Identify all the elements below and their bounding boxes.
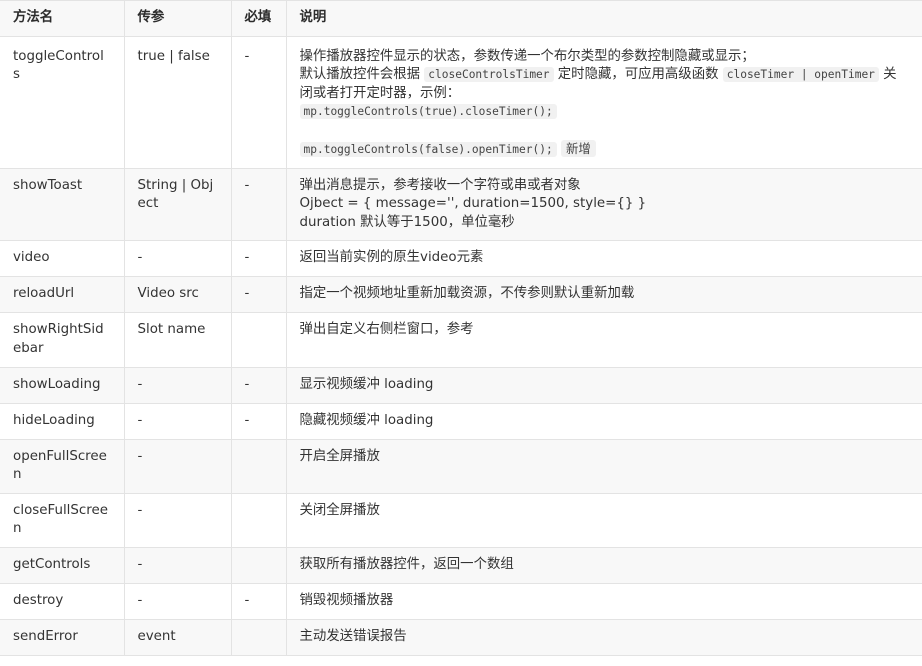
- method-name: getControls: [0, 546, 125, 584]
- method-description: 指定一个视频地址重新加载资源，不传参则默认重新加载: [285, 276, 922, 314]
- inline-code: mp.toggleControls(true).closeTimer();: [299, 104, 557, 120]
- method-description: 关闭全屏播放: [285, 492, 922, 548]
- description-line: 操作播放器控件显示的状态，参数传递一个布尔类型的参数控制隐藏或显示；: [299, 48, 755, 64]
- method-description: 返回当前实例的原生video元素: [285, 240, 922, 278]
- header-required: 必填: [230, 0, 287, 37]
- method-description: 获取所有播放器控件，返回一个数组: [285, 546, 922, 584]
- method-required: -: [230, 240, 287, 278]
- header-description: 说明: [285, 0, 922, 37]
- method-required: -: [230, 35, 287, 169]
- method-name: showRightSidebar: [0, 312, 125, 368]
- method-param: event: [123, 618, 232, 656]
- method-required: [230, 546, 287, 584]
- description-line: Ojbect = { message='', duration=1500, st…: [299, 196, 647, 212]
- code-example: mp.toggleControls(false).openTimer(); 新增: [299, 139, 910, 160]
- method-required: -: [230, 366, 287, 404]
- method-description: 隐藏视频缓冲 loading: [285, 402, 922, 440]
- table-row: sendError event 主动发送错误报告: [0, 618, 922, 656]
- method-description: 弹出自定义右侧栏窗口，参考: [285, 312, 922, 368]
- method-param: Video src: [123, 276, 232, 314]
- table-row: showLoading - - 显示视频缓冲 loading: [0, 366, 922, 404]
- method-description: 显示视频缓冲 loading: [285, 366, 922, 404]
- method-param: -: [123, 492, 232, 548]
- description-line: duration 默认等于1500，单位毫秒: [299, 214, 515, 230]
- method-param: -: [123, 546, 232, 584]
- method-required: -: [230, 276, 287, 314]
- table-row: toggleControls true | false - 操作播放器控件显示的…: [0, 35, 922, 169]
- method-param: String | Object: [123, 167, 232, 242]
- table-row: destroy - - 销毁视频播放器: [0, 582, 922, 620]
- method-name: openFullScreen: [0, 438, 125, 494]
- method-description: 开启全屏播放: [285, 438, 922, 494]
- method-name: destroy: [0, 582, 125, 620]
- table-row: reloadUrl Video src - 指定一个视频地址重新加载资源，不传参…: [0, 276, 922, 314]
- method-param: true | false: [123, 35, 232, 169]
- method-name: showLoading: [0, 366, 125, 404]
- table-row: showRightSidebar Slot name 弹出自定义右侧栏窗口，参考: [0, 312, 922, 368]
- header-param: 传参: [123, 0, 232, 37]
- method-description: 弹出消息提示，参考接收一个字符或串或者对象 Ojbect = { message…: [285, 167, 922, 242]
- method-name: toggleControls: [0, 35, 125, 169]
- method-required: -: [230, 402, 287, 440]
- method-param: -: [123, 402, 232, 440]
- method-name: showToast: [0, 167, 125, 242]
- method-name: sendError: [0, 618, 125, 656]
- table-row: openFullScreen - 开启全屏播放: [0, 438, 922, 494]
- method-param: Slot name: [123, 312, 232, 368]
- method-name: reloadUrl: [0, 276, 125, 314]
- new-badge: 新增: [560, 139, 596, 157]
- method-param: -: [123, 366, 232, 404]
- method-description: 销毁视频播放器: [285, 582, 922, 620]
- method-name: closeFullScreen: [0, 492, 125, 548]
- code-example: mp.toggleControls(true).closeTimer();: [299, 103, 910, 122]
- method-param: -: [123, 582, 232, 620]
- table-row: hideLoading - - 隐藏视频缓冲 loading: [0, 402, 922, 440]
- table-header-row: 方法名 传参 必填 说明: [0, 0, 922, 37]
- inline-code: closeTimer | openTimer: [722, 67, 879, 83]
- method-required: [230, 312, 287, 368]
- method-name: hideLoading: [0, 402, 125, 440]
- table-row: video - - 返回当前实例的原生video元素: [0, 240, 922, 278]
- method-required: [230, 438, 287, 494]
- api-methods-table: 方法名 传参 必填 说明 toggleControls true | false…: [0, 0, 922, 656]
- description-line: 默认播放控件会根据 closeControlsTimer 定时隐藏，可应用高级函…: [299, 67, 897, 101]
- method-required: [230, 492, 287, 548]
- table-row: getControls - 获取所有播放器控件，返回一个数组: [0, 546, 922, 584]
- method-param: -: [123, 438, 232, 494]
- description-line: 弹出消息提示，参考接收一个字符或串或者对象: [299, 177, 581, 193]
- method-required: [230, 618, 287, 656]
- header-method: 方法名: [0, 0, 125, 37]
- method-required: -: [230, 582, 287, 620]
- method-description: 操作播放器控件显示的状态，参数传递一个布尔类型的参数控制隐藏或显示； 默认播放控…: [285, 35, 922, 169]
- method-param: -: [123, 240, 232, 278]
- table-row: showToast String | Object - 弹出消息提示，参考接收一…: [0, 167, 922, 242]
- table-row: closeFullScreen - 关闭全屏播放: [0, 492, 922, 548]
- method-required: -: [230, 167, 287, 242]
- inline-code: closeControlsTimer: [424, 67, 554, 83]
- inline-code: mp.toggleControls(false).openTimer();: [299, 141, 557, 157]
- method-name: video: [0, 240, 125, 278]
- method-description: 主动发送错误报告: [285, 618, 922, 656]
